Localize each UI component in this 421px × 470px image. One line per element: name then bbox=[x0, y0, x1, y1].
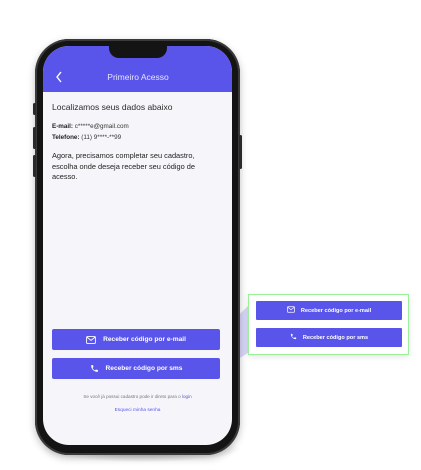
email-info: E-mail: c*****e@gmail.com bbox=[52, 123, 224, 130]
zoom-sms-button[interactable]: Receber código por sms bbox=[256, 328, 402, 347]
login-link[interactable]: login bbox=[182, 394, 192, 399]
login-prompt: Se você já possui cadastro pode ir diret… bbox=[43, 394, 232, 399]
phone-notch bbox=[109, 46, 167, 58]
email-value: c*****e@gmail.com bbox=[74, 123, 129, 130]
receive-code-sms-button[interactable]: Receber código por sms bbox=[52, 358, 220, 379]
zoom-email-button[interactable]: Receber código por e-mail bbox=[256, 301, 402, 320]
mute-switch bbox=[33, 103, 36, 115]
phone-screen: Primeiro Acesso Localizamos seus dados a… bbox=[43, 46, 232, 445]
instruction-text: Agora, precisamos completar seu cadastro… bbox=[52, 151, 195, 181]
volume-up-button bbox=[33, 127, 36, 149]
mail-icon bbox=[286, 306, 295, 315]
email-button-label: Receber código por e-mail bbox=[103, 336, 186, 343]
phone-icon bbox=[290, 333, 297, 342]
sms-button-label: Receber código por sms bbox=[105, 365, 183, 372]
app-header: Primeiro Acesso bbox=[43, 46, 232, 92]
forgot-password-link[interactable]: Esqueci minha senha bbox=[43, 408, 232, 413]
power-button bbox=[239, 135, 242, 169]
zoom-callout: Receber código por e-mail Receber código… bbox=[248, 294, 409, 355]
page-title: Primeiro Acesso bbox=[107, 72, 169, 82]
main-content: Localizamos seus dados abaixo E-mail: c*… bbox=[52, 102, 224, 183]
email-label: E-mail: bbox=[52, 123, 73, 130]
receive-code-email-button[interactable]: Receber código por e-mail bbox=[52, 329, 220, 350]
phone-value: (11) 9****-**99 bbox=[81, 134, 122, 141]
phone-icon bbox=[90, 364, 99, 373]
phone-label: Telefone: bbox=[52, 134, 80, 141]
phone-info: Telefone: (11) 9****-**99 bbox=[52, 134, 224, 141]
login-prompt-text: Se você já possui cadastro pode ir diret… bbox=[83, 394, 181, 399]
mail-icon bbox=[86, 335, 96, 344]
zoom-email-label: Receber código por e-mail bbox=[300, 307, 372, 314]
chevron-left-icon[interactable] bbox=[55, 71, 67, 85]
volume-down-button bbox=[33, 155, 36, 177]
zoom-sms-label: Receber código por sms bbox=[302, 334, 369, 341]
found-data-heading: Localizamos seus dados abaixo bbox=[52, 102, 173, 112]
